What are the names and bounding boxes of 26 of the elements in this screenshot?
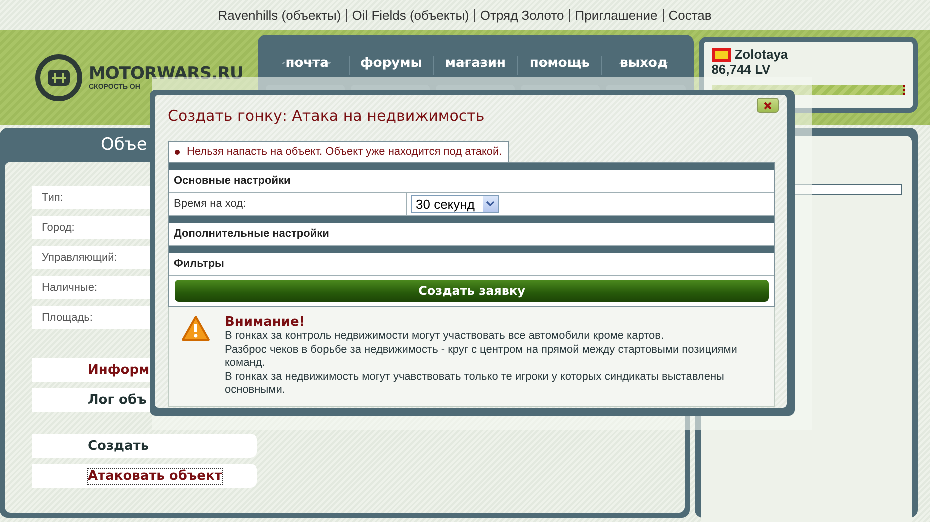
warning-text: В гонках за контроль недвижимости могут участвовать все автомобили кроме картов. — [225, 330, 666, 344]
turn-time-select[interactable]: 30 секунд — [411, 195, 499, 213]
logo-text: MOTORWARS.RU — [89, 64, 244, 84]
section-title: Фильтры — [174, 258, 224, 270]
top-link[interactable]: Состав — [662, 8, 717, 22]
section-title: Основные настройки — [174, 175, 291, 187]
error-message: Нельзя напасть на объект. Объект уже находится под атакой. — [187, 146, 502, 158]
flag-icon — [712, 48, 731, 62]
dialog-title: Создать гонку: Атака на недвижимость — [168, 107, 486, 125]
top-link[interactable]: Отряд Золото — [474, 8, 570, 22]
dropdown-icon — [486, 201, 495, 207]
submit-button[interactable]: Создать заявку — [175, 280, 769, 302]
menu-button[interactable]: Создать — [32, 434, 257, 458]
top-link[interactable]: Oil Fields (объекты) — [346, 8, 474, 22]
close-button[interactable] — [757, 98, 779, 113]
bullet-icon — [175, 150, 180, 154]
user-name: Zolotaya — [734, 47, 788, 62]
warning-icon — [181, 315, 211, 343]
money-amount: 86,744 LV — [712, 62, 772, 77]
setting-label: Время на ход: — [174, 198, 246, 210]
close-icon — [764, 102, 772, 110]
top-link[interactable]: Ravenhills (объекты) — [213, 8, 346, 22]
top-link[interactable]: Приглашение — [569, 8, 663, 22]
logo-icon — [35, 54, 83, 102]
menu-button[interactable]: Атаковать объект — [32, 464, 257, 488]
panel-title: Объе — [101, 135, 148, 155]
